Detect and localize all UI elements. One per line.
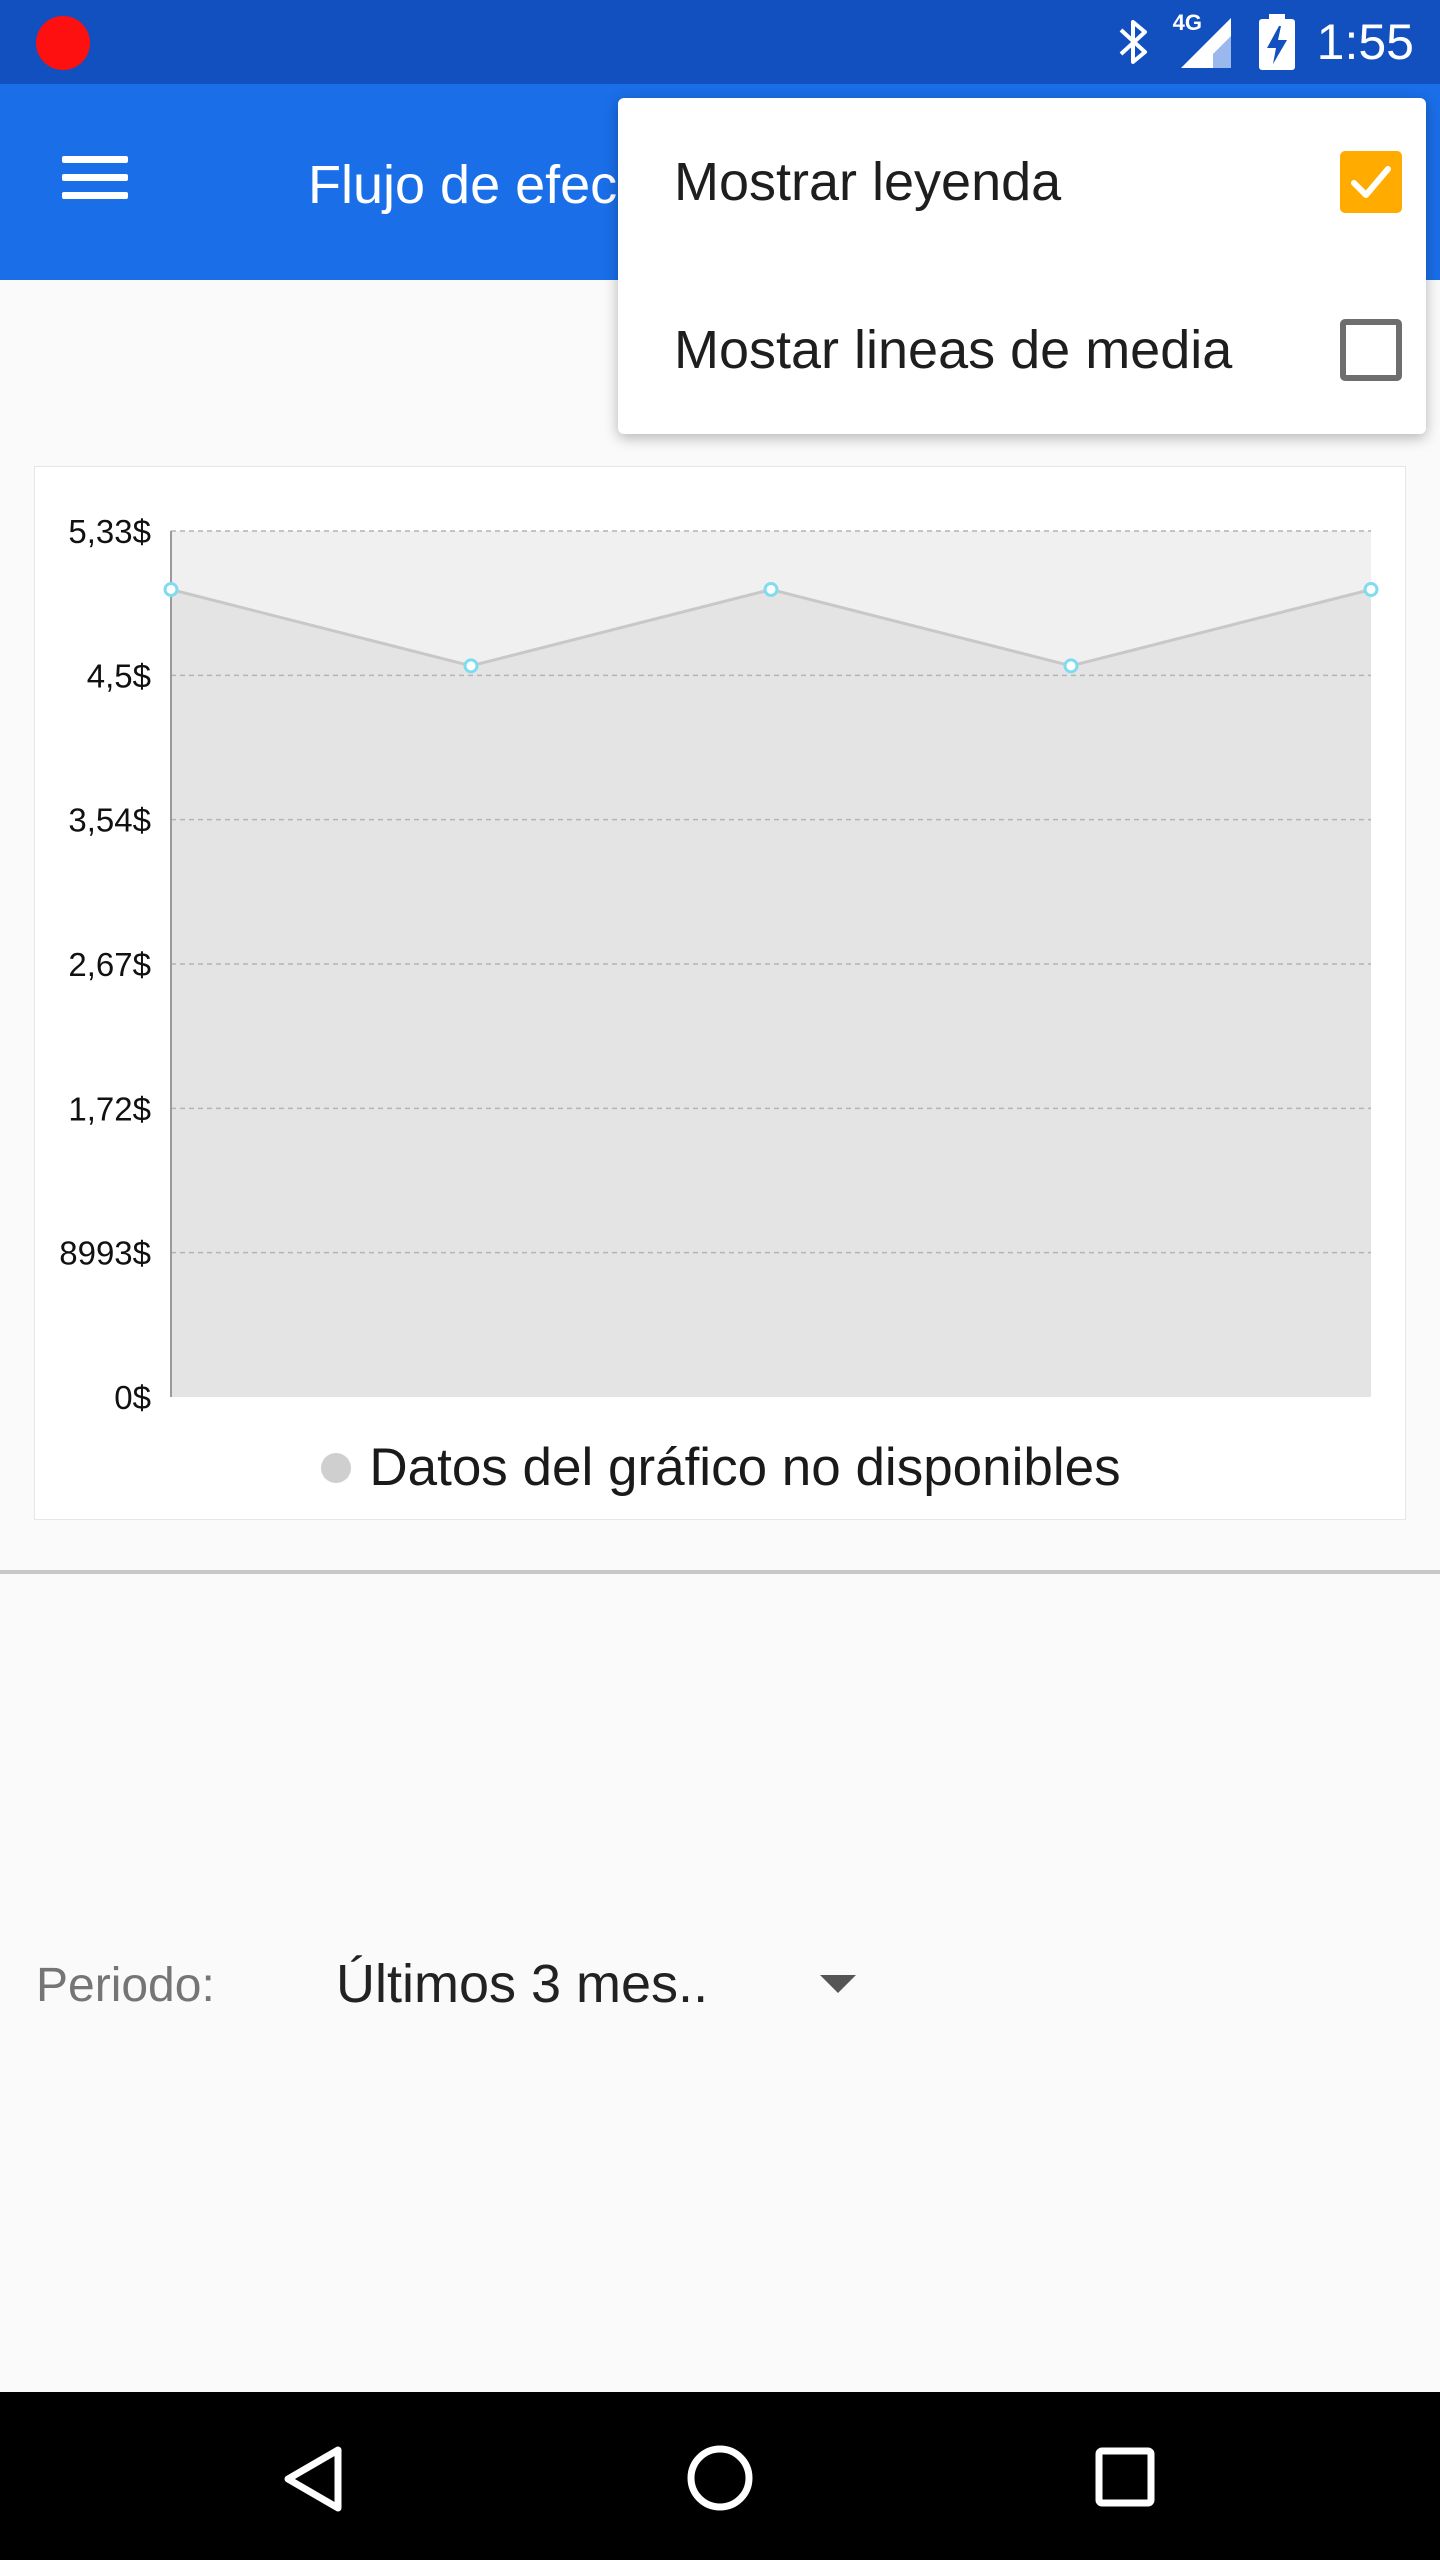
chart-legend: Datos del gráfico no disponibles <box>35 1437 1407 1498</box>
hamburger-menu-icon[interactable] <box>62 150 132 206</box>
period-selected-value: Últimos 3 mes.. <box>336 1954 709 2014</box>
battery-charging-icon <box>1258 14 1295 70</box>
back-icon[interactable] <box>282 2444 346 2514</box>
period-label: Periodo: <box>36 1959 215 2012</box>
page-title: Flujo de efec <box>308 155 618 215</box>
menu-item-label: Mostar lineas de media <box>674 320 1233 380</box>
recents-icon[interactable] <box>1094 2446 1156 2508</box>
navigation-bar <box>0 2392 1440 2560</box>
data-point <box>763 581 779 597</box>
chart-card: 5,33$ 4,5$ 3,54$ 2,67$ 1,72$ 8993$ 0$ Datos de… <box>34 466 1406 1520</box>
period-dropdown[interactable]: Últimos 3 mes.. <box>336 1945 876 2025</box>
menu-item-label: Mostrar leyenda <box>674 152 1062 212</box>
data-point <box>463 658 479 674</box>
bluetooth-icon <box>1117 16 1151 68</box>
status-bar: 4G 1:55 <box>0 0 1440 84</box>
show-mean-lines-checkbox[interactable] <box>1340 319 1402 381</box>
y-tick-label: 2,67$ <box>68 946 151 983</box>
y-tick-label: 1,72$ <box>68 1090 151 1127</box>
status-icons: 4G 1:55 <box>1091 0 1414 84</box>
y-tick-label: 0$ <box>114 1379 151 1416</box>
show-legend-checkbox[interactable] <box>1340 151 1402 213</box>
legend-label: Datos del gráfico no disponibles <box>369 1438 1121 1497</box>
cash-flow-chart: 5,33$ 4,5$ 3,54$ 2,67$ 1,72$ 8993$ 0$ <box>59 513 1379 1416</box>
divider <box>0 1570 1440 1574</box>
legend-swatch <box>321 1452 352 1483</box>
overflow-menu: Mostrar leyenda Mostar lineas de media <box>618 98 1426 434</box>
record-dot-icon <box>36 16 90 70</box>
data-point <box>1063 658 1079 674</box>
y-tick-label: 4,5$ <box>87 657 151 694</box>
home-icon[interactable] <box>686 2444 754 2512</box>
y-tick-label: 3,54$ <box>68 802 151 839</box>
checkmark-icon <box>1351 166 1391 198</box>
data-point <box>1363 581 1379 597</box>
dropdown-arrow-icon <box>820 1975 856 1993</box>
y-tick-label: 5,33$ <box>68 513 151 550</box>
data-point <box>163 581 179 597</box>
y-tick-label: 8993$ <box>59 1235 151 1272</box>
menu-item-show-legend[interactable]: Mostrar leyenda <box>674 122 1402 242</box>
series-area <box>171 589 1371 1397</box>
network-type-label: 4G <box>1172 10 1203 35</box>
status-time: 1:55 <box>1316 14 1414 70</box>
menu-item-show-mean-lines[interactable]: Mostar lineas de media <box>674 290 1402 410</box>
signal-icon: 4G <box>1173 10 1233 70</box>
